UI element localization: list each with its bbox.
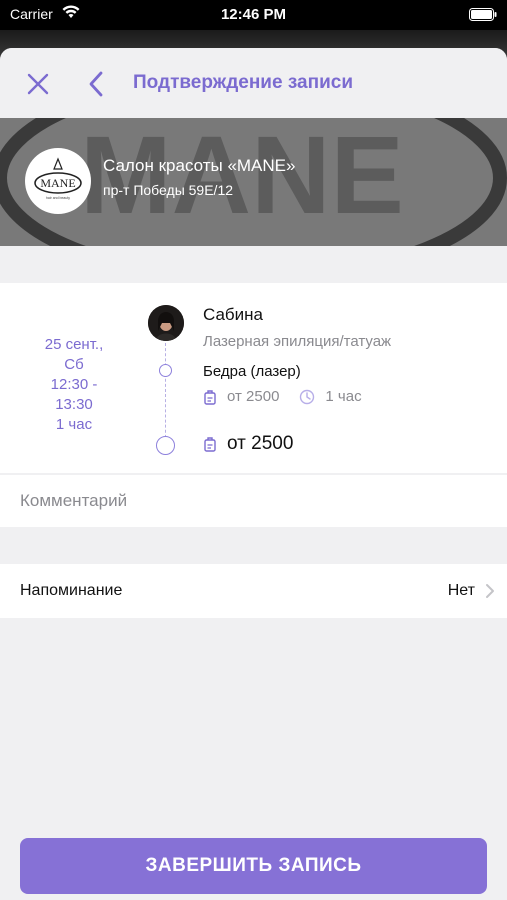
salon-address: пр-т Победы 59Е/12 — [103, 182, 234, 198]
nav-bar: Подтверждение записи — [0, 48, 507, 118]
service-name: Бедра (лазер) — [203, 363, 301, 380]
service-duration: 1 час — [325, 388, 362, 405]
timeline-dot-service — [159, 364, 172, 377]
close-icon — [27, 73, 49, 95]
salon-logo: MANE hair and beauty — [25, 148, 91, 214]
chevron-right-icon — [486, 584, 494, 598]
total-price-row: от 2500 — [203, 433, 293, 455]
comment-field[interactable] — [0, 475, 507, 527]
back-button[interactable] — [82, 68, 110, 100]
status-bar: Carrier 12:46 PM — [0, 0, 507, 30]
master-role: Лазерная эпиляция/татуаж — [203, 333, 392, 350]
timeline-line — [165, 343, 166, 443]
salon-name: Салон красоты «MANE» — [103, 156, 296, 175]
appointment-datetime: 25 сент., Сб 12:30 - 13:30 1 час — [20, 335, 128, 435]
reminder-label: Напоминание — [20, 582, 123, 599]
svg-text:hair and beauty: hair and beauty — [46, 196, 70, 200]
weekday-line: Сб — [64, 356, 84, 373]
clock-icon — [300, 389, 315, 404]
chevron-left-icon — [89, 71, 103, 97]
avatar[interactable] — [148, 305, 184, 341]
service-meta: от 2500 1 час — [203, 388, 362, 405]
reminder-value: Нет — [447, 582, 475, 599]
comment-input[interactable] — [20, 475, 487, 527]
appointment-card: 25 сент., Сб 12:30 - 13:30 1 час Сабина … — [0, 283, 507, 473]
date-line: 25 сент., — [44, 336, 104, 353]
time-end: 13:30 — [55, 396, 93, 413]
time-start: 12:30 - — [50, 376, 98, 393]
duration: 1 час — [55, 416, 93, 433]
status-time: 12:46 PM — [220, 6, 287, 23]
timeline-dot-total — [156, 436, 175, 455]
booking-sheet: Подтверждение записи MANE MANE hair and … — [0, 48, 507, 900]
price-tag-icon — [204, 437, 216, 452]
master-name: Сабина — [203, 305, 263, 324]
salon-logo-text: MANE — [40, 176, 75, 190]
reminder-row[interactable]: Напоминание Нет — [0, 564, 507, 618]
total-price: от 2500 — [227, 433, 294, 454]
service-price: от 2500 — [227, 388, 280, 405]
salon-banner: MANE MANE hair and beauty Салон красоты … — [0, 118, 507, 246]
close-button[interactable] — [22, 68, 54, 100]
complete-booking-button[interactable]: ЗАВЕРШИТЬ ЗАПИСЬ — [20, 838, 487, 894]
page-title: Подтверждение записи — [133, 72, 353, 93]
price-tag-icon — [204, 389, 216, 405]
battery-icon — [469, 8, 497, 26]
